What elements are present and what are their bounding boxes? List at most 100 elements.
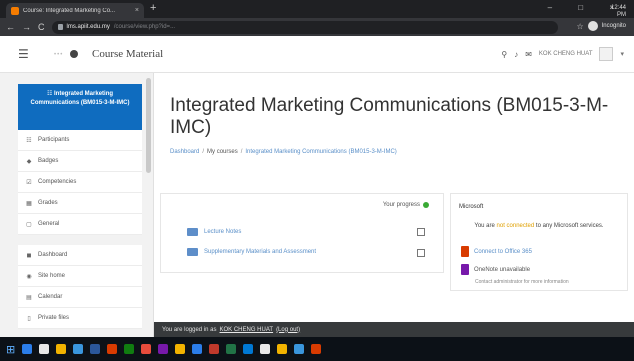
user-profile-link[interactable]: KOK CHENG HUAT xyxy=(220,327,274,333)
drawer-item-label: Integrated Marketing Communications (BM0… xyxy=(30,91,130,106)
taskbar-app-icon[interactable] xyxy=(141,344,152,354)
drawer-item-competencies[interactable]: ☑ Competencies xyxy=(18,172,142,193)
breadcrumb-course[interactable]: Integrated Marketing Communications (BM0… xyxy=(245,149,396,155)
progress-label: Your progress xyxy=(382,202,420,208)
url-path: /course/view.php?id=... xyxy=(113,24,176,30)
section-label[interactable]: Lecture Notes xyxy=(204,229,241,235)
navbar-user-area: ⚲ ♪ ✉ KOK CHENG HUAT ▾ xyxy=(501,47,624,61)
profile-avatar[interactable] xyxy=(587,21,598,31)
taskbar-app-icon[interactable] xyxy=(158,344,169,354)
drawer-item-label: General xyxy=(38,221,60,227)
messages-icon[interactable]: ✉ xyxy=(525,50,532,59)
browser-profile[interactable]: ☆ Incognito xyxy=(576,21,626,31)
site-navbar: ☰ ••• Course Material ⚲ ♪ ✉ KOK CHENG HU… xyxy=(0,36,634,73)
badge-icon: ◆ xyxy=(26,158,32,165)
drawer-scrollbar[interactable] xyxy=(146,78,151,173)
folder-icon: ▢ xyxy=(26,221,32,228)
drawer-item-participants[interactable]: ☷ Participants xyxy=(18,130,142,151)
drawer-item-calendar[interactable]: ▤ Calendar xyxy=(18,287,142,308)
browser-toolbar: ← → C lms.apiit.edu.my /course/view.php?… xyxy=(0,18,634,36)
completion-checkbox[interactable] xyxy=(417,228,425,236)
section-lecture-notes[interactable]: Lecture Notes xyxy=(187,228,241,236)
forward-button[interactable]: → xyxy=(22,22,31,32)
tab-favicon-icon xyxy=(11,6,19,15)
system-clock[interactable]: 12:44 PM xyxy=(611,5,626,19)
connect-office-link[interactable]: Connect to Office 365 xyxy=(461,246,532,257)
browser-tabbar: Course: Integrated Marketing Co... × + –… xyxy=(0,0,634,18)
taskbar-app-icon[interactable] xyxy=(22,344,33,354)
chevron-down-icon[interactable]: ▾ xyxy=(620,50,624,58)
tab-close-icon[interactable]: × xyxy=(135,7,139,14)
drawer-item-label: Dashboard xyxy=(38,252,68,258)
drawer-item-site-home[interactable]: ◉ Site home xyxy=(18,266,142,287)
site-name[interactable]: Course Material xyxy=(92,48,163,60)
taskbar-app-icon[interactable] xyxy=(192,344,203,354)
new-tab-button[interactable]: + xyxy=(150,2,156,14)
taskbar-app-icon[interactable] xyxy=(56,344,67,354)
reload-button[interactable]: C xyxy=(38,22,45,32)
drawer-item-grades[interactable]: ▦ Grades xyxy=(18,193,142,214)
taskbar-app-icon[interactable] xyxy=(294,344,305,354)
section-supplementary[interactable]: Supplementary Materials and Assessment xyxy=(187,248,316,256)
logo-dots: ••• xyxy=(54,52,64,58)
search-icon[interactable]: ⚲ xyxy=(501,50,507,59)
breadcrumb-dashboard[interactable]: Dashboard xyxy=(170,149,199,155)
taskbar-app-icon[interactable] xyxy=(107,344,118,354)
user-name[interactable]: KOK CHENG HUAT xyxy=(539,51,593,57)
taskbar-app-icon[interactable] xyxy=(73,344,84,354)
drawer-item-label: Participants xyxy=(38,137,70,143)
logo-icon[interactable] xyxy=(70,50,78,58)
breadcrumb-my-courses[interactable]: My courses xyxy=(207,149,238,155)
drawer-item-label: Grades xyxy=(38,200,58,206)
windows-start-icon[interactable]: ⊞ xyxy=(6,343,15,356)
taskbar-app-icon[interactable] xyxy=(277,344,288,354)
lock-icon xyxy=(57,24,63,30)
taskbar-app-icon[interactable] xyxy=(226,344,237,354)
breadcrumb-separator: / xyxy=(202,149,205,155)
taskbar-app-icon[interactable] xyxy=(175,344,186,354)
nav-drawer: ☷ Integrated Marketing Communications (B… xyxy=(0,73,154,337)
drawer-item-label: Calendar xyxy=(38,294,63,300)
user-avatar[interactable] xyxy=(599,47,614,61)
drawer-item-dashboard[interactable]: ◼ Dashboard xyxy=(18,245,142,266)
menu-icon[interactable]: ☰ xyxy=(18,47,29,61)
file-icon: ▯ xyxy=(27,315,31,322)
taskbar-app-icon[interactable] xyxy=(90,344,101,354)
taskbar-app-icon[interactable] xyxy=(124,344,135,354)
browser-tab[interactable]: Course: Integrated Marketing Co... × xyxy=(6,3,144,18)
section-label[interactable]: Supplementary Materials and Assessment xyxy=(204,249,316,255)
connect-office-label[interactable]: Connect to Office 365 xyxy=(474,249,532,255)
drawer-item-label: Site home xyxy=(38,273,66,279)
notice-text: You are xyxy=(474,223,495,229)
profile-label: Incognito xyxy=(601,23,626,29)
taskbar-app-icon[interactable] xyxy=(260,344,271,354)
address-bar[interactable]: lms.apiit.edu.my /course/view.php?id=... xyxy=(51,20,558,34)
block-title: Microsoft xyxy=(459,204,484,210)
clock-time: 12:44 xyxy=(610,5,626,11)
page-footer: You are logged in as KOK CHENG HUAT (Log… xyxy=(154,322,634,337)
drawer-item-badges[interactable]: ◆ Badges xyxy=(18,151,142,172)
notification-bell-icon[interactable]: ♪ xyxy=(514,50,518,59)
taskbar-app-icon[interactable] xyxy=(243,344,254,354)
grades-icon: ▦ xyxy=(26,200,32,207)
main-content: Integrated Marketing Communications (BM0… xyxy=(154,73,634,337)
logout-link[interactable]: (Log out) xyxy=(276,327,300,333)
help-icon[interactable] xyxy=(423,202,429,208)
progress-indicator: Your progress xyxy=(383,202,429,208)
back-button[interactable]: ← xyxy=(6,22,15,32)
drawer-item-private-files[interactable]: ▯ Private files xyxy=(18,308,142,329)
drawer-item-general[interactable]: ▢ General xyxy=(18,214,142,235)
tab-title: Course: Integrated Marketing Co... xyxy=(23,7,116,14)
onenote-icon xyxy=(461,264,469,275)
breadcrumb: Dashboard / My courses / Integrated Marketin… xyxy=(170,149,397,155)
taskbar-app-icon[interactable] xyxy=(39,344,50,354)
bookmark-star-icon[interactable]: ☆ xyxy=(576,22,583,31)
taskbar-app-icon[interactable] xyxy=(311,344,322,354)
office-icon xyxy=(461,246,469,257)
onenote-status: OneNote unavailable xyxy=(461,264,530,275)
completion-checkbox[interactable] xyxy=(417,249,425,257)
drawer-item-course[interactable]: ☷ Integrated Marketing Communications (B… xyxy=(18,84,142,130)
calendar-icon: ▤ xyxy=(26,294,32,301)
taskbar-app-icon[interactable] xyxy=(209,344,220,354)
clock-date: PM xyxy=(617,12,626,18)
